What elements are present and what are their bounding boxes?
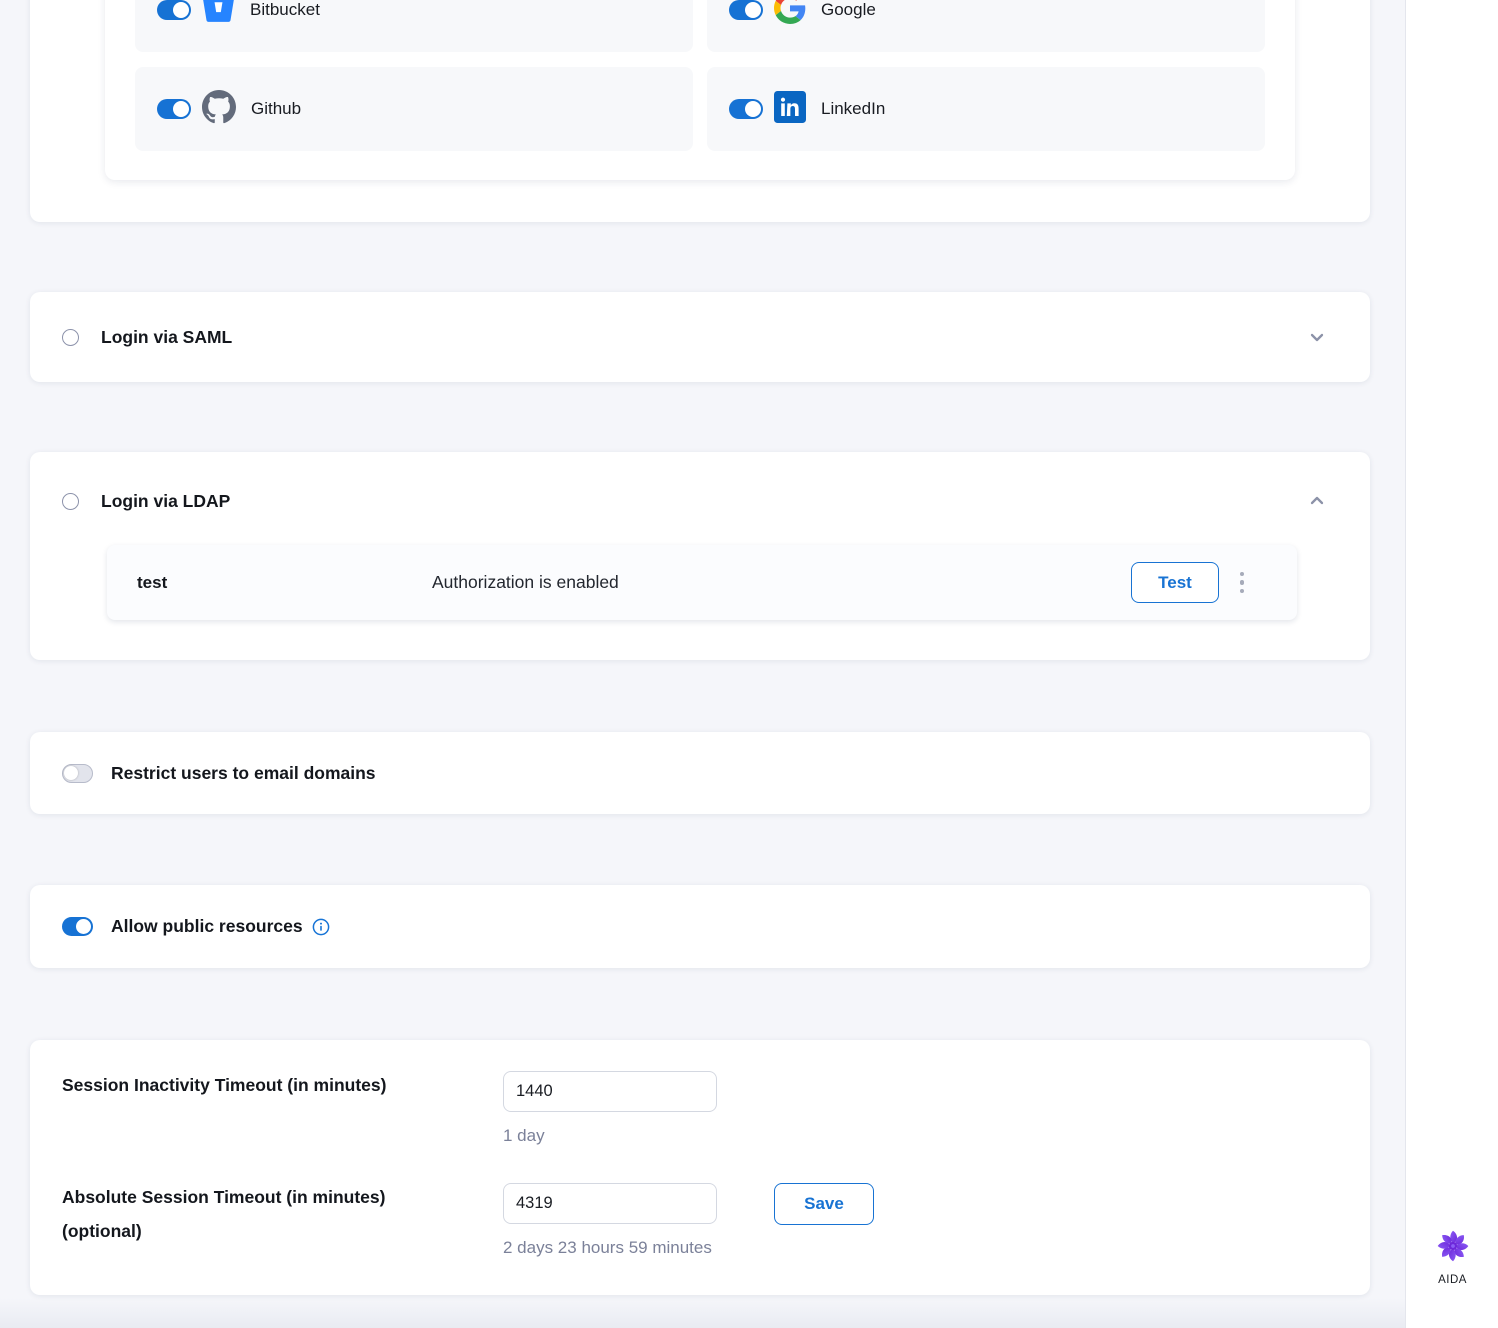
chevron-down-icon[interactable] (1306, 326, 1338, 348)
google-icon (774, 0, 806, 29)
saml-section-label: Login via SAML (101, 327, 232, 348)
save-button[interactable]: Save (774, 1183, 874, 1225)
github-toggle[interactable] (157, 99, 191, 119)
ldap-entry-status: Authorization is enabled (432, 545, 619, 620)
social-providers-panel: Bitbucket Google Github (105, 0, 1295, 180)
ldap-entry-name: test (137, 545, 167, 620)
absolute-session-hint: 2 days 23 hours 59 minutes (503, 1238, 712, 1258)
provider-label: LinkedIn (821, 99, 885, 119)
provider-label: Google (821, 0, 876, 20)
absolute-session-label: Absolute Session Timeout (in minutes) (o… (62, 1180, 462, 1248)
bottom-fade (0, 1298, 1405, 1328)
ldap-section-label: Login via LDAP (101, 491, 230, 512)
session-inactivity-input[interactable] (503, 1071, 717, 1112)
bitbucket-icon (202, 0, 235, 28)
absolute-session-input[interactable] (503, 1183, 717, 1224)
ldap-section-card: Login via LDAP test Authorization is ena… (30, 452, 1370, 660)
provider-tile-google: Google (707, 0, 1265, 52)
github-icon (202, 90, 236, 129)
allow-public-resources-toggle[interactable] (62, 917, 93, 936)
saml-radio[interactable] (62, 329, 79, 346)
session-timeout-card: Session Inactivity Timeout (in minutes) … (30, 1040, 1370, 1295)
provider-tile-github: Github (135, 67, 693, 151)
allow-public-resources-label: Allow public resources (111, 916, 303, 937)
restrict-email-domains-toggle[interactable] (62, 764, 93, 783)
session-inactivity-hint: 1 day (503, 1126, 545, 1146)
info-icon[interactable] (312, 918, 330, 936)
provider-label: Github (251, 99, 301, 119)
provider-label: Bitbucket (250, 0, 320, 20)
saml-section-card: Login via SAML (30, 292, 1370, 382)
brand-block: AIDA (1406, 1228, 1498, 1286)
session-inactivity-label: Session Inactivity Timeout (in minutes) (62, 1068, 386, 1102)
google-toggle[interactable] (729, 0, 763, 20)
aida-logo-icon (1435, 1228, 1471, 1269)
ldap-entry-row: test Authorization is enabled Test (107, 545, 1297, 620)
linkedin-icon (774, 91, 806, 128)
allow-public-resources-card: Allow public resources (30, 885, 1370, 968)
ldap-test-button[interactable]: Test (1131, 562, 1219, 603)
restrict-email-domains-label: Restrict users to email domains (111, 763, 376, 784)
provider-tile-linkedin: LinkedIn (707, 67, 1265, 151)
linkedin-toggle[interactable] (729, 99, 763, 119)
right-rail: AIDA (1405, 0, 1498, 1328)
restrict-email-domains-card: Restrict users to email domains (30, 732, 1370, 814)
brand-label: AIDA (1438, 1274, 1467, 1286)
kebab-menu-icon[interactable] (1232, 545, 1252, 620)
ldap-radio[interactable] (62, 493, 79, 510)
social-providers-card: Bitbucket Google Github (30, 0, 1370, 222)
chevron-up-icon[interactable] (1306, 490, 1338, 512)
provider-tile-bitbucket: Bitbucket (135, 0, 693, 52)
bitbucket-toggle[interactable] (157, 0, 191, 20)
